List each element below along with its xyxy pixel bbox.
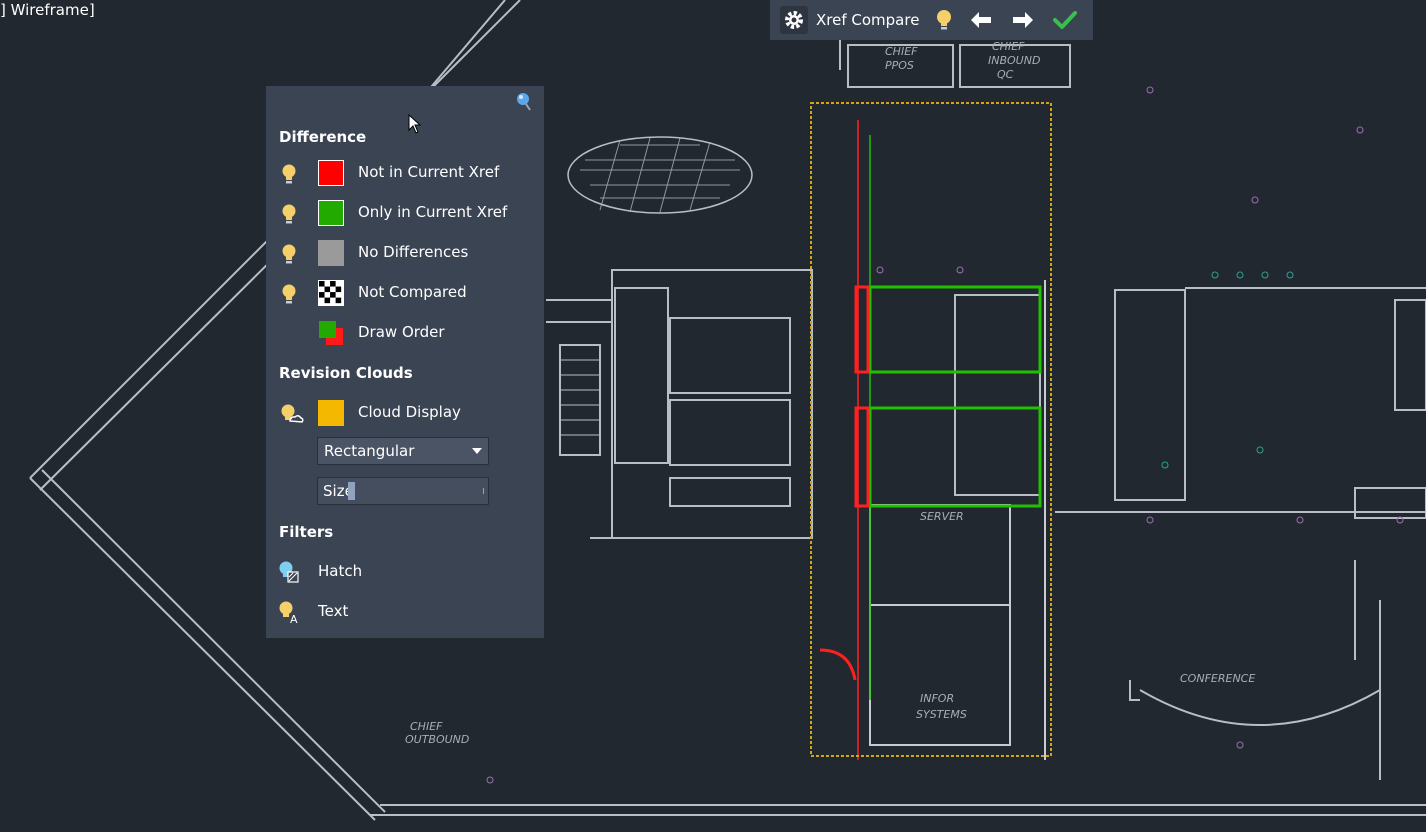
revision-cloud xyxy=(810,102,1052,757)
difference-row-only-in-current: Only in Current Xref xyxy=(266,198,544,228)
bulb-icon[interactable] xyxy=(280,163,298,185)
color-swatch-cloud[interactable] xyxy=(318,400,344,426)
xref-compare-toolbar: Xref Compare xyxy=(770,0,1093,40)
bulb-icon[interactable] xyxy=(931,4,957,36)
difference-label: No Differences xyxy=(358,243,469,261)
svg-text:A: A xyxy=(290,613,298,624)
slider-end-tick xyxy=(483,488,484,494)
filter-label: Text xyxy=(318,602,349,620)
filters-title: Filters xyxy=(279,523,334,541)
svg-text:OUTBOUND: OUTBOUND xyxy=(405,733,469,746)
slider-thumb[interactable] xyxy=(348,482,355,500)
cloud-shape-select[interactable]: Rectangular xyxy=(317,437,489,465)
difference-label: Not in Current Xref xyxy=(358,163,500,181)
color-swatch-gray[interactable] xyxy=(318,240,344,266)
difference-label: Only in Current Xref xyxy=(358,203,508,221)
svg-text:SYSTEMS: SYSTEMS xyxy=(916,708,967,721)
color-swatch-green[interactable] xyxy=(318,200,344,226)
difference-label: Draw Order xyxy=(358,323,445,341)
drawing-canvas[interactable]: CHIEF PPOS CHIEF INBOUND QC SERVER INFOR… xyxy=(0,0,1426,832)
bulb-icon[interactable] xyxy=(280,203,298,225)
difference-row-draw-order: Draw Order xyxy=(266,318,544,348)
svg-text:INBOUND: INBOUND xyxy=(988,54,1040,67)
cloud-size-slider[interactable]: Size xyxy=(317,477,489,505)
color-swatch-checker[interactable] xyxy=(318,280,344,306)
chevron-down-icon xyxy=(472,448,482,454)
difference-row-not-compared: Not Compared xyxy=(266,278,544,308)
toolbar-title: Xref Compare xyxy=(816,11,920,29)
room-label-server: SERVER xyxy=(920,510,964,523)
arrow-right-icon[interactable] xyxy=(1005,4,1041,36)
bulb-hatch-icon[interactable] xyxy=(278,560,300,584)
filter-row-hatch: Hatch xyxy=(266,557,544,587)
difference-row-no-differences: No Differences xyxy=(266,238,544,268)
bulb-cloud-icon[interactable] xyxy=(280,403,304,425)
svg-text:QC: QC xyxy=(997,68,1014,81)
svg-text:INFOR: INFOR xyxy=(920,692,954,705)
svg-text:CHIEF: CHIEF xyxy=(992,40,1025,53)
cloud-shape-value: Rectangular xyxy=(324,442,415,460)
room-label-chief-ppos: CHIEF xyxy=(885,45,918,58)
svg-text:PPOS: PPOS xyxy=(885,59,914,72)
gear-icon[interactable] xyxy=(780,6,808,34)
floor-plan-lines xyxy=(29,0,1426,821)
arrow-left-icon[interactable] xyxy=(963,4,999,36)
revision-clouds-title: Revision Clouds xyxy=(279,364,413,382)
difference-title: Difference xyxy=(279,128,367,146)
svg-text:CHIEF: CHIEF xyxy=(410,720,443,733)
viewport-label[interactable]: ] Wireframe] xyxy=(0,1,95,19)
difference-label: Not Compared xyxy=(358,283,467,301)
bulb-text-icon[interactable]: A xyxy=(278,600,300,624)
room-label-conference: CONFERENCE xyxy=(1180,672,1255,685)
draw-order-icon[interactable] xyxy=(318,320,344,346)
color-swatch-red[interactable] xyxy=(318,160,344,186)
compare-settings-panel: Difference Not in Current Xref Only in C… xyxy=(266,86,544,638)
bulb-icon[interactable] xyxy=(280,283,298,305)
pin-icon[interactable] xyxy=(514,92,532,116)
filter-label: Hatch xyxy=(318,562,363,580)
cloud-display-row: Cloud Display xyxy=(266,398,544,428)
cloud-display-label: Cloud Display xyxy=(358,403,461,421)
checkmark-icon[interactable] xyxy=(1047,4,1083,36)
difference-row-not-in-current: Not in Current Xref xyxy=(266,158,544,188)
bulb-icon[interactable] xyxy=(280,243,298,265)
filter-row-text: A Text xyxy=(266,597,544,627)
cursor-icon xyxy=(408,114,422,134)
